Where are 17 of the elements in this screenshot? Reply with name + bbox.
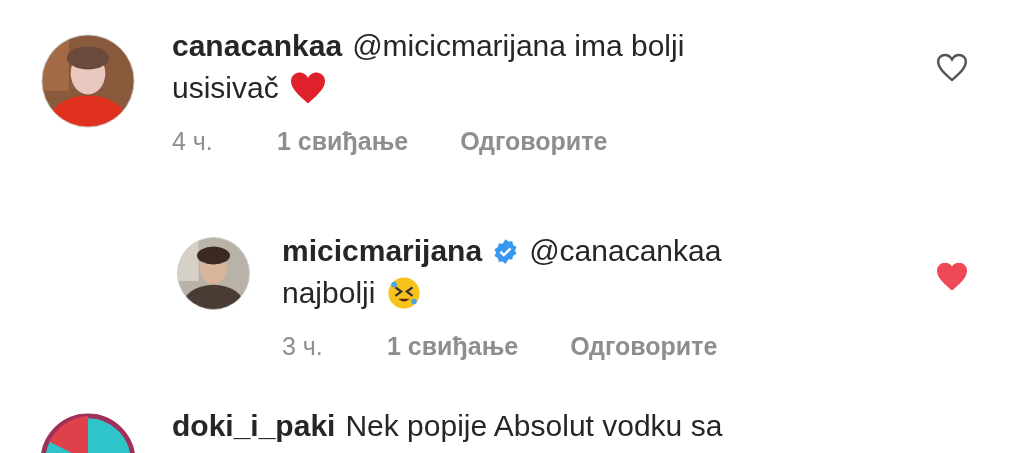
reply-button[interactable]: Одговорите [460, 127, 608, 156]
comment-time: 4 ч. [172, 127, 214, 156]
username[interactable]: micicmarijana [282, 230, 483, 272]
comment-text: najbolji [282, 275, 376, 311]
comment-time: 3 ч. [282, 332, 324, 361]
comment-text: usisivač [172, 70, 279, 106]
likes-count-button[interactable]: 1 свиђање [387, 332, 519, 361]
like-heart-icon[interactable] [936, 262, 968, 291]
username[interactable]: doki_i_paki [172, 405, 336, 447]
comment-text: Nek popije Absolut vodku sa [345, 408, 723, 444]
comment-text: @canacankaa [529, 233, 722, 269]
like-heart-icon[interactable] [936, 53, 968, 82]
username[interactable]: canacankaa [172, 25, 343, 67]
heart-icon [288, 71, 327, 105]
likes-count-button[interactable]: 1 свиђање [277, 127, 409, 156]
comment-text: @micicmarijana ima bolji [352, 28, 685, 64]
reply-button[interactable]: Одговорите [570, 332, 718, 361]
